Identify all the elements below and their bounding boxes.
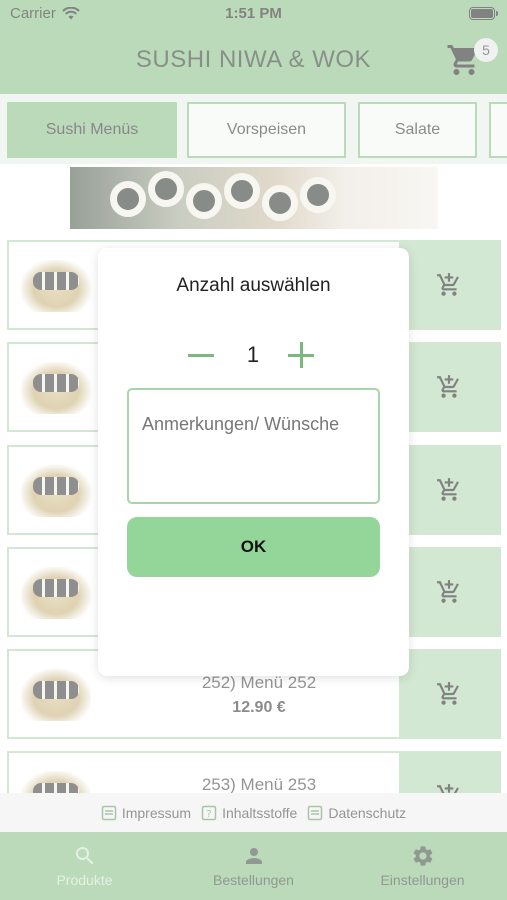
decrease-quantity-button[interactable] xyxy=(188,354,214,357)
quantity-stepper: 1 xyxy=(188,336,318,376)
ok-button[interactable]: OK xyxy=(127,517,380,577)
quantity-dialog: Anzahl auswählen 1 OK xyxy=(98,248,409,676)
increase-quantity-button[interactable] xyxy=(288,342,314,368)
notes-field[interactable] xyxy=(127,388,380,504)
quantity-value: 1 xyxy=(246,342,260,367)
dialog-title: Anzahl auswählen xyxy=(176,275,331,296)
